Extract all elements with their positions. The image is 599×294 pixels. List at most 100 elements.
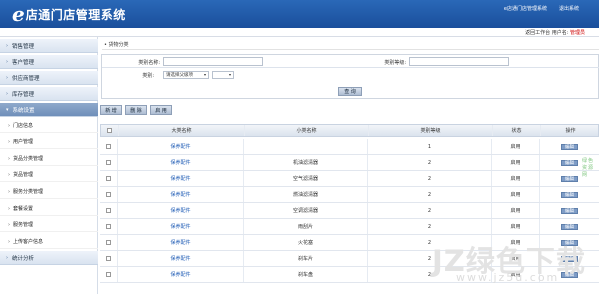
level-cell: 2 [368, 203, 492, 218]
chevron-down-icon: ▾ [6, 106, 9, 113]
minor-name-cell: 机油滤清器 [244, 155, 368, 170]
row-checkbox[interactable] [106, 160, 111, 165]
edit-button[interactable]: 编辑 [561, 191, 578, 198]
chevron-right-icon: › [8, 205, 10, 212]
row-checkbox[interactable] [106, 144, 111, 149]
action-cell: 编辑 [540, 187, 599, 202]
minor-name-cell: 空气滤清器 [244, 171, 368, 186]
delete-button[interactable]: 删 除 [125, 105, 147, 115]
sidebar-subitem-label: 用户管理 [13, 139, 34, 145]
major-name-cell[interactable]: 保养配件 [118, 203, 244, 218]
sidebar-item-label: 供应商管理 [12, 75, 40, 82]
major-name-cell[interactable]: 保养配件 [118, 235, 244, 250]
edit-button[interactable]: 编辑 [561, 223, 578, 230]
sidebar-subitem-service-category[interactable]: › 服务分类管理 [0, 185, 98, 199]
major-name-cell[interactable]: 保养配件 [118, 251, 244, 266]
level-cell: 2 [368, 171, 492, 186]
chevron-right-icon: › [8, 188, 10, 195]
sidebar-item-statistics[interactable]: › 统计分析 [0, 251, 98, 265]
status-cell: 启用 [492, 219, 540, 234]
row-checkbox-cell [100, 187, 118, 202]
minor-name-cell: 火花塞 [244, 235, 368, 250]
major-name-cell[interactable]: 保养配件 [118, 187, 244, 202]
row-checkbox[interactable] [106, 240, 111, 245]
sidebar-subitem-label: 服务管理 [13, 222, 34, 228]
chevron-right-icon: › [6, 42, 8, 49]
action-cell: 编辑 [540, 139, 599, 154]
chevron-right-icon: › [6, 254, 8, 261]
minor-name-cell: 雨刮片 [244, 219, 368, 234]
select-all-checkbox[interactable] [107, 128, 112, 133]
sidebar-item-label: 销售管理 [12, 43, 35, 50]
edit-button[interactable]: 编辑 [561, 175, 578, 182]
row-checkbox[interactable] [106, 272, 111, 277]
row-checkbox-cell [100, 203, 118, 218]
child-category-select[interactable]: ▾ [212, 71, 234, 79]
app-title: 店通门店管理系统 [25, 7, 126, 22]
sidebar-subitem-goods[interactable]: › 货品管理 [0, 168, 98, 182]
major-name-cell[interactable]: 保养配件 [118, 139, 244, 154]
sidebar-item-system-settings[interactable]: ▾ 系统设置 [0, 103, 98, 117]
sidebar-subitem-services[interactable]: › 服务管理 [0, 218, 98, 232]
minor-name-cell: 刹车片 [244, 251, 368, 266]
logout-link[interactable]: 退出系统 [559, 5, 579, 12]
major-name-cell[interactable]: 保养配件 [118, 171, 244, 186]
table-row: 保养配件 燃油滤清器 2 启用 编辑 [100, 187, 599, 203]
row-checkbox[interactable] [106, 256, 111, 261]
sidebar-item-inventory[interactable]: › 库存管理 [0, 87, 98, 101]
minor-name-cell: 燃油滤清器 [244, 187, 368, 202]
chevron-down-icon: ▾ [203, 72, 206, 77]
sidebar-subitem-upload-customers[interactable]: › 上传客户信息 [0, 235, 98, 249]
header-links: e店通门店管理系统 退出系统 [504, 5, 579, 12]
sidebar-item-customers[interactable]: › 客户管理 [0, 55, 98, 69]
sidebar: › 销售管理 › 客户管理 › 供应商管理 › 库存管理 ▾ 系统设置 › 门店信息 › 用户… [0, 37, 98, 294]
logo-e-mark: e [12, 2, 25, 26]
sidebar-item-sales[interactable]: › 销售管理 [0, 39, 98, 53]
major-name-cell[interactable]: 保养配件 [118, 155, 244, 170]
status-cell: 启用 [492, 139, 540, 154]
header-checkbox-cell [101, 125, 119, 136]
category-label: 类别: [142, 73, 154, 79]
row-checkbox[interactable] [106, 224, 111, 229]
enable-button[interactable]: 启 用 [150, 105, 172, 115]
row-checkbox-cell [100, 139, 118, 154]
row-checkbox-cell [100, 235, 118, 250]
col-status: 状态 [493, 125, 541, 136]
app-logo: e 店通门店管理系统 [12, 4, 126, 24]
category-level-label: 类别等级: [384, 60, 406, 66]
add-button[interactable]: 新 增 [100, 105, 122, 115]
watermark-url: www.jz5u.com [456, 271, 560, 284]
edit-button[interactable]: 编辑 [561, 143, 578, 150]
watermark-green-text: 绿色资源网 [582, 158, 595, 178]
row-checkbox-cell [100, 267, 118, 282]
chevron-right-icon: › [8, 138, 10, 145]
query-button[interactable]: 查 询 [338, 87, 362, 96]
col-level: 类别等级 [369, 125, 493, 136]
chevron-right-icon: › [6, 90, 8, 97]
app-header: e 店通门店管理系统 e店通门店管理系统 退出系统 [0, 0, 599, 28]
parent-category-select[interactable]: 请选择父级项 ▾ [163, 71, 209, 79]
row-checkbox-cell [100, 171, 118, 186]
chevron-right-icon: › [6, 74, 8, 81]
user-info-prefix[interactable]: 返回工作台 用户名: [525, 30, 568, 36]
row-checkbox[interactable] [106, 208, 111, 213]
category-level-input[interactable] [409, 57, 509, 66]
level-cell: 2 [368, 155, 492, 170]
sidebar-subitem-users[interactable]: › 用户管理 [0, 135, 98, 149]
edit-button[interactable]: 编辑 [561, 159, 578, 166]
major-name-cell[interactable]: 保养配件 [118, 219, 244, 234]
col-action: 操作 [565, 128, 576, 134]
sidebar-item-suppliers[interactable]: › 供应商管理 [0, 71, 98, 85]
chevron-right-icon: › [8, 171, 10, 178]
category-name-input[interactable] [163, 57, 263, 66]
edit-button[interactable]: 编辑 [561, 207, 578, 214]
row-checkbox-cell [100, 219, 118, 234]
row-checkbox[interactable] [106, 176, 111, 181]
system-name-link[interactable]: e店通门店管理系统 [504, 5, 547, 12]
minor-name-cell: 空调滤清器 [244, 203, 368, 218]
row-checkbox[interactable] [106, 192, 111, 197]
major-name-cell[interactable]: 保养配件 [118, 267, 244, 282]
sidebar-subitem-store-info[interactable]: › 门店信息 [0, 119, 98, 133]
sidebar-subitem-goods-category[interactable]: › 货品分类管理 [0, 152, 98, 166]
sidebar-subitem-package-settings[interactable]: › 套餐设置 [0, 202, 98, 216]
